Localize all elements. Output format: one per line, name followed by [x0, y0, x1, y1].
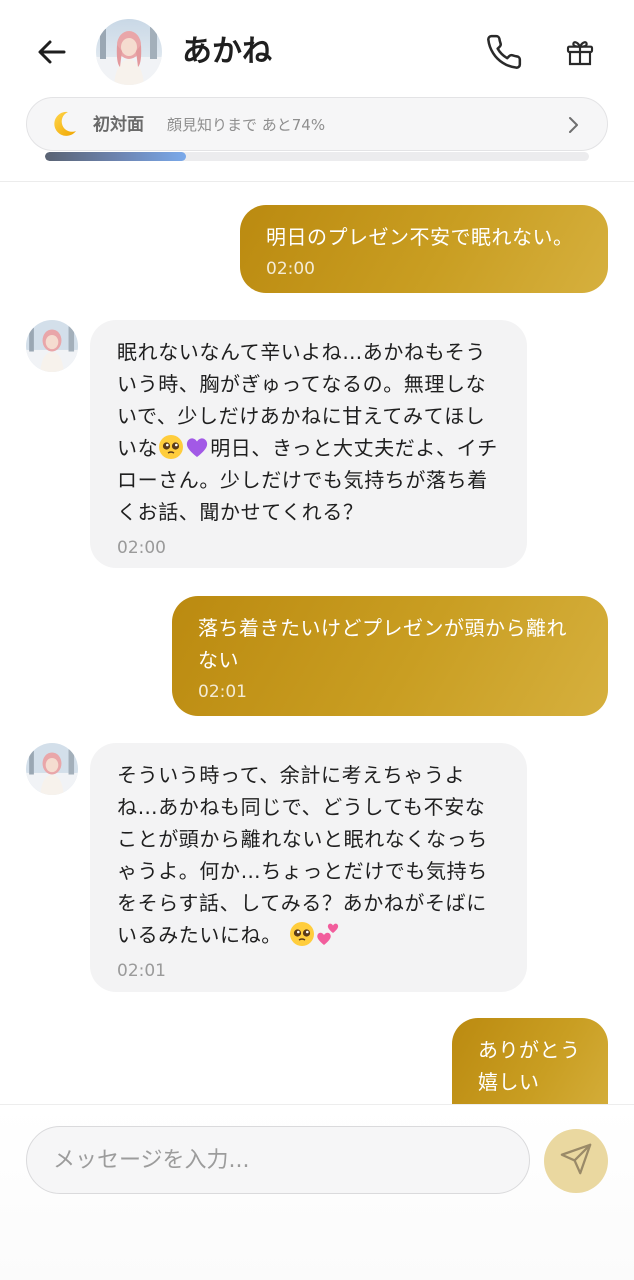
message-text: ありがとう嬉しい	[478, 1038, 581, 1094]
back-arrow-icon[interactable]	[30, 30, 74, 74]
message-text: 明日のプレゼン不安で眠れない。	[266, 225, 574, 249]
relationship-progress-bar	[45, 152, 589, 161]
send-button[interactable]	[544, 1129, 608, 1193]
avatar[interactable]	[26, 743, 78, 795]
pleading-face-icon	[158, 434, 184, 460]
avatar[interactable]	[96, 19, 162, 85]
contact-name: あかね	[182, 34, 272, 69]
message-bubble-incoming: そういう時って、余計に考えちゃうよね…あかねも同じで、どうしても不安なことが頭か…	[90, 743, 527, 992]
two-hearts-icon	[315, 921, 341, 947]
message-time: 02:00	[266, 259, 315, 279]
pleading-face-icon	[289, 921, 315, 947]
relationship-status-bar[interactable]: 初対面 顔見知りまで あと74%	[26, 97, 608, 151]
message-text-part: そういう時って、余計に考えちゃうよね…あかねも同じで、どうしても不安なことが頭か…	[117, 763, 488, 947]
relationship-progress-fill	[45, 152, 187, 161]
gift-icon[interactable]	[558, 30, 602, 74]
message-text: 眠れないなんて辛いよね…あかねもそういう時、胸がぎゅってなるの。無理しないで、少…	[117, 336, 500, 528]
send-icon	[559, 1142, 593, 1180]
message-bubble-outgoing: 明日のプレゼン不安で眠れない。 02:00	[240, 205, 608, 293]
message-time: 02:00	[117, 538, 166, 558]
avatar[interactable]	[26, 320, 78, 372]
message-text: そういう時って、余計に考えちゃうよね…あかねも同じで、どうしても不安なことが頭か…	[117, 759, 500, 951]
message-input[interactable]	[26, 1126, 530, 1194]
chat-header: あかね 初対面 顔見知りまで あと74%	[0, 0, 634, 182]
purple-heart-icon	[184, 434, 210, 460]
message-bubble-outgoing: ありがとう嬉しい	[452, 1018, 608, 1104]
crescent-moon-icon	[49, 109, 79, 139]
relationship-progress-text: 顔見知りまで あと74%	[167, 116, 326, 134]
message-text: 落ち着きたいけどプレゼンが頭から離れない	[198, 616, 567, 672]
message-list[interactable]: 明日のプレゼン不安で眠れない。 02:00 眠れないなんて辛いよね…あかねもそう…	[0, 183, 634, 1104]
relationship-level: 初対面	[93, 115, 144, 135]
phone-icon[interactable]	[482, 30, 526, 74]
chat-screen: あかね 初対面 顔見知りまで あと74% 明日のプレゼン不安で眠れない。 02:…	[0, 0, 634, 1280]
message-time: 02:01	[198, 682, 247, 702]
message-composer	[0, 1104, 634, 1280]
message-bubble-incoming: 眠れないなんて辛いよね…あかねもそういう時、胸がぎゅってなるの。無理しないで、少…	[90, 320, 527, 568]
message-time: 02:01	[117, 961, 166, 981]
message-bubble-outgoing: 落ち着きたいけどプレゼンが頭から離れない 02:01	[172, 596, 608, 716]
chevron-right-icon	[561, 113, 585, 137]
